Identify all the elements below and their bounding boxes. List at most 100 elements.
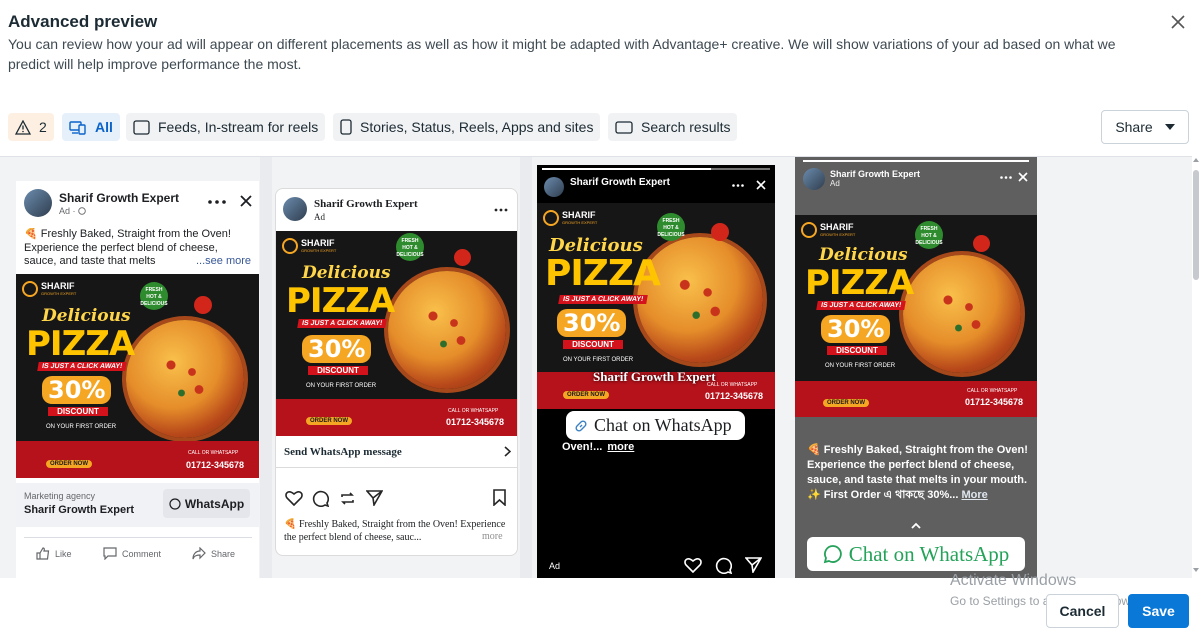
- repost-icon[interactable]: [339, 490, 356, 507]
- send-icon[interactable]: [745, 557, 762, 573]
- discount-label: DISCOUNT: [308, 366, 368, 375]
- pizza-image: [903, 255, 1021, 373]
- filter-feeds[interactable]: Feeds, In-stream for reels: [126, 113, 326, 141]
- more-link[interactable]: more: [607, 441, 634, 453]
- send-icon[interactable]: [366, 490, 383, 506]
- like-action[interactable]: Like: [36, 547, 72, 560]
- filter-search[interactable]: Search results: [608, 113, 738, 141]
- chevron-up-icon[interactable]: [911, 522, 921, 529]
- devices-icon: [69, 120, 86, 135]
- warnings-chip[interactable]: 2: [8, 113, 54, 141]
- chat-whatsapp-button[interactable]: Chat on WhatsApp: [807, 537, 1025, 571]
- first-order-text: ON YOUR FIRST ORDER: [563, 357, 634, 363]
- story-caption: 🍕 Freshly Baked, Straight from the Oven!…: [807, 444, 1028, 501]
- share-label: Share: [1115, 119, 1153, 135]
- delicious-text: Delicious: [42, 306, 131, 326]
- heart-icon[interactable]: [684, 557, 702, 573]
- more-options-icon[interactable]: [494, 208, 508, 212]
- link-icon: [575, 419, 587, 432]
- warning-icon: [15, 119, 31, 135]
- caret-down-icon: [1164, 124, 1175, 130]
- save-button[interactable]: Save: [1128, 594, 1189, 628]
- whatsapp-button[interactable]: WhatsApp: [163, 489, 250, 518]
- page-name: Sharif Growth Expert: [570, 177, 671, 188]
- story-progress: [803, 160, 1029, 162]
- thumbs-up-icon: [36, 547, 50, 560]
- chat-whatsapp-sticker[interactable]: Chat on WhatsApp: [566, 411, 745, 440]
- fresh-badge: FRESH HOT & DELICIOUS: [915, 221, 943, 249]
- cancel-button[interactable]: Cancel: [1046, 594, 1119, 628]
- first-order-text: ON YOUR FIRST ORDER: [46, 424, 117, 430]
- close-icon[interactable]: [1170, 14, 1186, 30]
- order-now-badge: ORDER NOW: [823, 399, 869, 407]
- order-now-badge: ORDER NOW: [563, 391, 609, 399]
- discount-percent: 30%: [557, 309, 627, 337]
- discount-label: DISCOUNT: [827, 346, 887, 355]
- share-arrow-icon: [192, 547, 206, 560]
- call-label: CALL OR WHATSAPP: [448, 408, 499, 414]
- avatar: [544, 177, 564, 197]
- whatsapp-icon: [823, 545, 842, 564]
- placement-filter-bar: 2 All Feeds, In-stream for reels Stories…: [0, 112, 1200, 144]
- brand-logo: SHARIF GROWTH EXPERT: [282, 238, 336, 254]
- more-options-icon[interactable]: [208, 200, 226, 204]
- more-options-icon[interactable]: [1000, 176, 1012, 179]
- close-icon[interactable]: [1018, 172, 1028, 182]
- pizza-heading: PIZZA: [26, 324, 135, 364]
- filter-feeds-label: Feeds, In-stream for reels: [158, 119, 319, 135]
- delicious-text: Delicious: [819, 245, 908, 265]
- first-order-text: ON YOUR FIRST ORDER: [825, 363, 896, 369]
- click-banner: IS JUST A CLICK AWAY!: [558, 295, 649, 304]
- more-link[interactable]: more: [479, 531, 503, 542]
- avatar: [803, 168, 825, 190]
- discount-percent: 30%: [821, 315, 891, 343]
- call-label: CALL OR WHATSAPP: [967, 388, 1018, 394]
- page-name: Sharif Growth Expert: [830, 169, 921, 179]
- agency-label: Marketing agency: [24, 491, 96, 501]
- filter-all[interactable]: All: [62, 113, 120, 141]
- instagram-feed-preview: Sharif Growth Expert Ad SHARIF GROWTH EXP…: [275, 188, 518, 556]
- story-caption: Oven!...: [562, 441, 603, 453]
- discount-label: DISCOUNT: [48, 407, 108, 416]
- search-results-icon: [615, 120, 633, 134]
- avatar: [283, 197, 307, 221]
- more-options-icon[interactable]: [732, 184, 744, 187]
- filter-stories[interactable]: Stories, Status, Reels, Apps and sites: [333, 113, 601, 141]
- fresh-badge: FRESH HOT & DELICIOUS: [396, 233, 424, 261]
- order-now-badge: ORDER NOW: [46, 460, 92, 468]
- scroll-down-icon[interactable]: [1193, 568, 1199, 572]
- bookmark-icon[interactable]: [493, 489, 506, 506]
- story-progress: [542, 168, 770, 170]
- comment-icon[interactable]: [312, 490, 329, 507]
- preview-stage: Sharif Growth Expert Ad · 🍕 Freshly Bake…: [0, 156, 1192, 578]
- click-banner: IS JUST A CLICK AWAY!: [297, 319, 388, 328]
- comment-icon[interactable]: [715, 557, 732, 574]
- hide-ad-icon[interactable]: [240, 195, 252, 207]
- ig-cta-bar[interactable]: Send WhatsApp message: [276, 436, 517, 468]
- share-action[interactable]: Share: [192, 547, 235, 560]
- comment-action[interactable]: Comment: [103, 547, 161, 560]
- pizza-image: [388, 271, 506, 389]
- phone-icon: [340, 119, 352, 135]
- see-more-link[interactable]: ...see more: [192, 255, 252, 267]
- dialog-title: Advanced preview: [8, 12, 158, 31]
- scrollbar-thumb[interactable]: [1193, 170, 1199, 280]
- chevron-right-icon: [504, 446, 511, 457]
- scroll-up-icon[interactable]: [1193, 158, 1199, 162]
- brand-logo: SHARIF GROWTH EXPERT: [801, 222, 855, 238]
- avatar: [24, 189, 52, 217]
- pizza-image: [126, 320, 244, 438]
- close-icon[interactable]: [756, 180, 766, 190]
- preview-scrollbar[interactable]: [1192, 156, 1200, 578]
- pizza-heading: PIZZA: [805, 263, 914, 303]
- phone-number: 01712-345678: [184, 460, 247, 470]
- share-dropdown[interactable]: Share: [1101, 110, 1189, 144]
- filter-search-label: Search results: [641, 119, 731, 135]
- ad-creative: SHARIF GROWTH EXPERT FRESH HOT & DELICIOU…: [16, 274, 259, 478]
- feed-icon: [133, 119, 150, 135]
- instagram-story-preview: Sharif Growth Expert SHARIF GROWTH EXPERT…: [537, 165, 775, 578]
- whatsapp-icon: [169, 497, 181, 510]
- heart-icon[interactable]: [285, 490, 303, 506]
- more-link[interactable]: More: [961, 489, 987, 501]
- page-name: Sharif Growth Expert: [314, 198, 418, 210]
